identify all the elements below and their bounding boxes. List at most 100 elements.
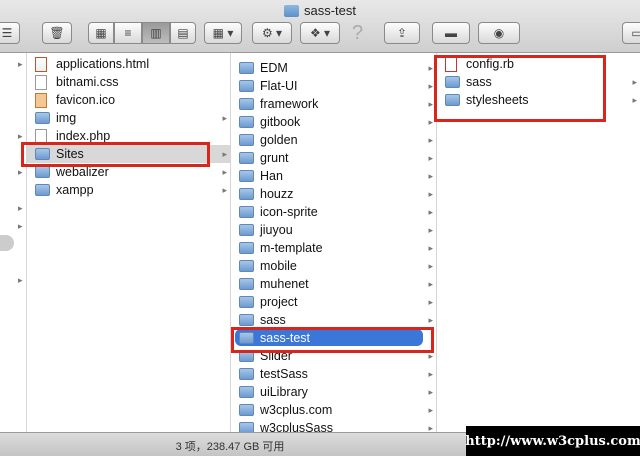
disclosure-arrow: ▸ [222, 113, 227, 123]
disclosure-arrow: ▸ [428, 63, 433, 73]
list-item[interactable]: w3cplusSass [239, 419, 333, 433]
list-item[interactable]: mobile [239, 257, 297, 275]
folder-icon [239, 152, 254, 164]
list-item[interactable]: golden [239, 131, 298, 149]
folder-icon [239, 260, 254, 272]
list-item[interactable]: img [35, 109, 76, 127]
status-text: 3 项，238.47 GB 可用 [175, 441, 285, 453]
list-item-label: bitnami.css [56, 75, 119, 89]
list-item[interactable]: applications.html [35, 55, 149, 73]
dropbox-button[interactable]: ❖ ▾ [300, 22, 340, 44]
window-title-text: sass-test [303, 3, 356, 18]
list-item[interactable]: xampp [35, 181, 94, 199]
list-item[interactable]: EDM [239, 59, 288, 77]
disclosure-arrow: ▸ [18, 203, 23, 213]
disclosure-arrow: ▸ [18, 221, 23, 231]
list-item[interactable]: favicon.ico [35, 91, 115, 109]
view-coverflow-button[interactable]: ▤ [170, 22, 196, 44]
folder-icon [35, 166, 50, 178]
list-item[interactable]: muhenet [239, 275, 309, 293]
list-item[interactable]: jiuyou [239, 221, 293, 239]
disclosure-arrow: ▸ [428, 153, 433, 163]
share-icon: ⇪ [396, 26, 408, 40]
folder-icon [239, 296, 254, 308]
disclosure-arrow: ▸ [632, 95, 637, 105]
list-item[interactable]: gitbook [239, 113, 300, 131]
toolbar: ☰ 🗑 ▦ ≡ ▥ ▤ ▦ ▾ ⚙ ▾ ❖ ▾ ? ⇪ ▬ ◉ ▭ [0, 20, 640, 48]
share-button[interactable]: ⇪ [384, 22, 420, 44]
action-button[interactable]: ⚙ ▾ [252, 22, 292, 44]
list-item-label: houzz [260, 187, 294, 201]
window-titlebar: sass-test ☰ 🗑 ▦ ≡ ▥ ▤ ▦ ▾ ⚙ ▾ ❖ ▾ ? ⇪ ▬ … [0, 0, 640, 53]
highlight-box-sass-test [231, 327, 434, 353]
list-item-label: applications.html [56, 57, 150, 71]
list-item[interactable]: icon-sprite [239, 203, 318, 221]
list-item[interactable]: bitnami.css [35, 73, 119, 91]
list-item-label: icon-sprite [260, 205, 318, 219]
list-item-label: mobile [260, 259, 297, 273]
folder-icon [239, 224, 254, 236]
disclosure-arrow: ▸ [18, 167, 23, 177]
trash-button[interactable]: 🗑 [42, 22, 72, 44]
list-item-label: muhenet [260, 277, 309, 291]
list-item-label: Han [260, 169, 283, 183]
list-item[interactable]: framework [239, 95, 318, 113]
list-item-label: xampp [56, 183, 94, 197]
list-item[interactable]: testSass [239, 365, 308, 383]
view-list-button[interactable]: ≡ [114, 22, 142, 44]
sidebar-selection [0, 235, 14, 251]
list-item[interactable]: m-template [239, 239, 323, 257]
list-item-label: grunt [260, 151, 289, 165]
list-item-label: golden [260, 133, 298, 147]
view-icon-button[interactable]: ▦ [88, 22, 114, 44]
disclosure-arrow: ▸ [428, 261, 433, 271]
list-item[interactable]: grunt [239, 149, 289, 167]
column-2: EDM ▸ Flat-UI ▸ framework ▸ gitbook ▸ golden ▸ gru… [231, 53, 437, 433]
list-item-label: jiuyou [260, 223, 293, 237]
label-toggle-button[interactable]: ▬ [432, 22, 470, 44]
disclosure-arrow: ▸ [428, 279, 433, 289]
folder-icon [283, 5, 299, 17]
arrange-button[interactable]: ▦ ▾ [204, 22, 242, 44]
column-view-icon: ▥ [150, 26, 162, 40]
watermark: http://www.w3cplus.com [465, 426, 640, 456]
folder-icon [239, 188, 254, 200]
disclosure-arrow: ▸ [222, 185, 227, 195]
quicklook-button[interactable]: ◉ [478, 22, 520, 44]
list-item[interactable]: Han [239, 167, 283, 185]
list-item[interactable]: Flat-UI [239, 77, 298, 95]
disclosure-arrow: ▸ [428, 117, 433, 127]
folder-icon [35, 112, 50, 124]
folder-icon [239, 80, 254, 92]
eye-icon: ◉ [493, 26, 505, 40]
list-item[interactable]: uiLibrary [239, 383, 308, 401]
column-1: applications.html bitnami.css favicon.ico i… [27, 53, 231, 433]
list-item-label: testSass [260, 367, 308, 381]
list-item-label: project [260, 295, 298, 309]
coverflow-icon: ▤ [177, 26, 189, 40]
html-file-icon [35, 56, 47, 72]
disclosure-arrow: ▸ [428, 99, 433, 109]
list-item[interactable]: project [239, 293, 298, 311]
highlight-box-contents [434, 55, 606, 122]
help-icon[interactable]: ? [352, 22, 363, 45]
view-column-button[interactable]: ▥ [142, 22, 170, 44]
list-item-label: framework [260, 97, 319, 111]
gear-icon: ⚙ ▾ [261, 26, 283, 40]
disclosure-arrow: ▸ [222, 167, 227, 177]
document-icon [35, 74, 47, 90]
back-forward-button[interactable]: ☰ [0, 22, 20, 44]
list-item[interactable]: w3cplus.com [239, 401, 332, 419]
list-item[interactable]: houzz [239, 185, 293, 203]
toolbar-overflow-button[interactable]: ▭ [622, 22, 640, 44]
folder-icon [239, 134, 254, 146]
list-item-label: uiLibrary [260, 385, 308, 399]
disclosure-arrow: ▸ [428, 135, 433, 145]
folder-icon [239, 62, 254, 74]
disclosure-arrow: ▸ [632, 77, 637, 87]
dropbox-icon: ❖ ▾ [309, 26, 331, 40]
arrange-icon: ▦ ▾ [212, 26, 234, 40]
folder-icon [35, 184, 50, 196]
list-item-label: EDM [260, 61, 288, 75]
list-item-label: sass [260, 313, 286, 327]
